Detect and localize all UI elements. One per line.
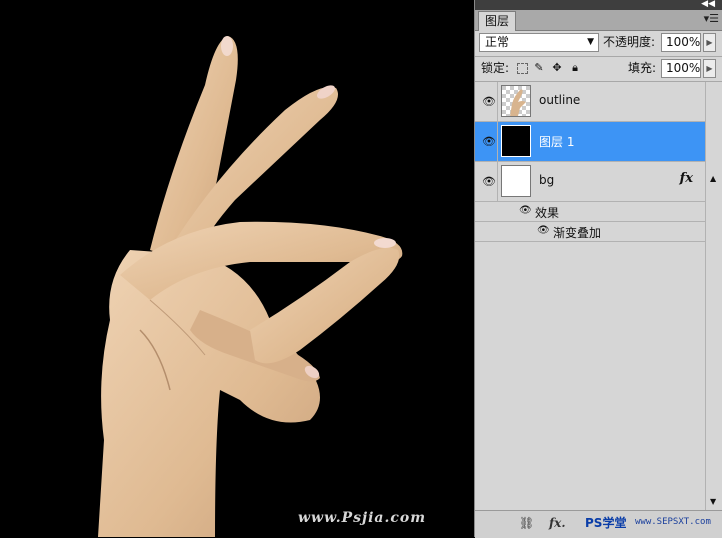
- blend-mode-value: 正常: [485, 35, 510, 49]
- watermark-ps: PS学堂: [585, 516, 627, 530]
- layer-outline[interactable]: 👁︎ outline: [475, 82, 705, 122]
- canvas-watermark: www.Psjia.com: [298, 510, 427, 526]
- blend-opacity-row: 正常 ▼ 不透明度: 100% ▶: [475, 31, 722, 55]
- layer-layer-1[interactable]: 👁︎ 图层 1: [475, 122, 705, 162]
- eye-icon: 👁︎: [482, 95, 496, 108]
- fill-input[interactable]: 100%: [661, 59, 701, 78]
- lock-label: 锁定:: [481, 61, 510, 75]
- opacity-input[interactable]: 100%: [661, 33, 701, 52]
- add-style-fx-button[interactable]: fx.: [549, 516, 566, 530]
- hand-photo: [0, 0, 474, 537]
- visibility-toggle[interactable]: 👁︎: [478, 162, 498, 201]
- layers-list: 👁︎ outline 👁︎ 图层 1 👁︎ bg fx 👁︎ 效果 👁︎ 渐变叠…: [475, 82, 722, 510]
- layers-panel: ◀◀ 图层 ▾☰ 正常 ▼ 不透明度: 100% ▶ 锁定: ✎ ✥ 🔒︎ 填充…: [474, 0, 722, 538]
- eye-icon[interactable]: 👁︎: [537, 225, 550, 236]
- visibility-toggle[interactable]: 👁︎: [478, 82, 498, 121]
- fx-icon[interactable]: fx: [680, 171, 693, 186]
- collapse-panel-icon[interactable]: ◀◀: [701, 0, 715, 9]
- dropdown-arrow-icon: ▼: [587, 37, 594, 47]
- layer-bg[interactable]: 👁︎ bg fx: [475, 162, 705, 202]
- eye-icon: 👁︎: [482, 175, 496, 188]
- link-icon[interactable]: ⛓︎: [519, 516, 534, 530]
- blend-mode-select[interactable]: 正常 ▼: [479, 33, 599, 52]
- layer-thumbnail: [501, 85, 531, 117]
- layer-thumbnail: [501, 165, 531, 197]
- visibility-toggle[interactable]: 👁︎: [478, 122, 498, 161]
- lock-position-move-icon[interactable]: ✥: [551, 62, 563, 74]
- layer-name: 图层 1: [539, 135, 575, 149]
- fill-slider-button[interactable]: ▶: [703, 59, 716, 78]
- watermark-url: www.SEPSXT.com: [635, 517, 711, 527]
- effects-group[interactable]: 👁︎ 效果: [475, 202, 705, 222]
- effects-label: 效果: [535, 206, 560, 220]
- layer-thumbnail: [501, 125, 531, 157]
- lock-paint-brush-icon[interactable]: ✎: [533, 62, 545, 74]
- tab-layers[interactable]: 图层: [478, 11, 517, 31]
- layers-scrollbar[interactable]: ▲ ▼: [705, 82, 722, 510]
- scroll-down-icon[interactable]: ▼: [710, 497, 716, 506]
- document-canvas[interactable]: www.Psjia.com: [0, 0, 474, 537]
- hand-image: [98, 36, 403, 537]
- effect-item-label: 渐变叠加: [553, 226, 602, 240]
- layer-name: bg: [539, 173, 555, 187]
- effect-gradient-overlay[interactable]: 👁︎ 渐变叠加: [475, 222, 705, 242]
- panel-title-strip: ◀◀: [475, 0, 722, 10]
- eye-icon[interactable]: 👁︎: [519, 205, 532, 216]
- lock-fill-row: 锁定: ✎ ✥ 🔒︎ 填充: 100% ▶: [475, 58, 722, 82]
- opacity-slider-button[interactable]: ▶: [703, 33, 716, 52]
- panel-bottom-bar: ⛓︎ fx. PS学堂 www.SEPSXT.com: [475, 510, 722, 538]
- lock-transparency-icon[interactable]: [517, 63, 528, 74]
- fill-label: 填充:: [628, 61, 657, 75]
- layer-name: outline: [539, 93, 581, 107]
- divider: [475, 56, 722, 57]
- lock-all-icon[interactable]: 🔒︎: [569, 62, 581, 74]
- panel-tab-bar: 图层 ▾☰: [475, 10, 722, 31]
- opacity-label: 不透明度:: [603, 35, 656, 49]
- scroll-up-icon[interactable]: ▲: [710, 174, 716, 183]
- panel-menu-icon[interactable]: ▾☰: [704, 12, 719, 25]
- eye-icon: 👁︎: [482, 135, 496, 148]
